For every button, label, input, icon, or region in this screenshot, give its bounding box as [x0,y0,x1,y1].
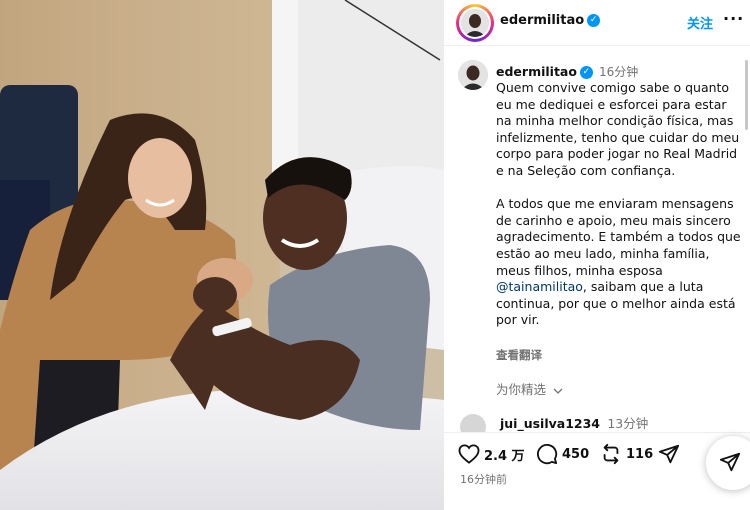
repost-icon [603,443,619,465]
caption-username-text[interactable]: edermilitao [496,64,577,79]
author-username-text[interactable]: edermilitao [500,13,584,28]
send-icon [719,452,741,472]
caption-time: 16分钟 [598,65,639,79]
hospital-photo [0,0,444,510]
avatar-photo-icon [461,9,489,37]
comment-time: 13分钟 [607,416,649,431]
send-icon [658,444,680,464]
chevron-down-icon [553,388,563,394]
verified-badge-icon: ✓ [579,66,593,79]
author-avatar[interactable] [456,4,494,42]
comment-button[interactable]: 450 [536,443,589,465]
repost-button[interactable]: 116 [600,443,653,465]
commenter: jui_usilva1234 13分钟 [500,413,648,432]
repost-count: 116 [626,446,654,462]
like-count: 2.4 万 [484,448,525,464]
share-button[interactable] [658,443,680,465]
follow-button[interactable]: 关注 [687,13,713,32]
author-username[interactable]: edermilitao ✓ [500,13,601,28]
more-options-icon[interactable]: ··· [723,9,744,28]
post-header: edermilitao ✓ 关注 ··· [444,0,750,46]
selected-for-you-label[interactable]: 为你精选 [496,382,546,397]
post-detail-panel: edermilitao ✓ 关注 ··· edermilitao ✓ 16分钟 Que… [444,0,750,510]
heart-icon [458,444,480,464]
post-photo[interactable] [0,0,444,510]
commenter-avatar[interactable] [460,414,486,432]
commenter-username[interactable]: jui_usilva1234 [500,416,600,431]
avatar-photo-icon [458,60,488,90]
caption-scrollbar[interactable] [745,60,748,130]
verified-badge-icon: ✓ [587,14,601,27]
comment-count: 450 [562,446,590,462]
caption-text: Quem convive comigo sabe o quanto eu me … [496,80,746,329]
selected-for-you-toggle[interactable]: 为你精选 [496,379,563,398]
like-button[interactable]: 2.4 万 [458,443,525,465]
caption-paragraph-1: Quem convive comigo sabe o quanto eu me … [496,80,740,178]
comment-bubble-icon [536,443,558,465]
action-bar: 2.4 万 450 116 16分钟前 [444,432,750,510]
post-timestamp: 16分钟前 [460,473,507,486]
caption-paragraph-2: A todos que me enviaram mensagens de car… [496,196,746,329]
caption-paragraph-2-start: A todos que me enviaram mensagens de car… [496,196,741,278]
caption-username[interactable]: edermilitao ✓ 16分钟 [496,63,638,80]
comment-item: jui_usilva1234 13分钟 [444,410,750,432]
caption-avatar[interactable] [458,60,488,90]
mention-link[interactable]: @tainamilitao [496,279,583,294]
see-translation-link[interactable]: 查看翻译 [496,347,542,363]
